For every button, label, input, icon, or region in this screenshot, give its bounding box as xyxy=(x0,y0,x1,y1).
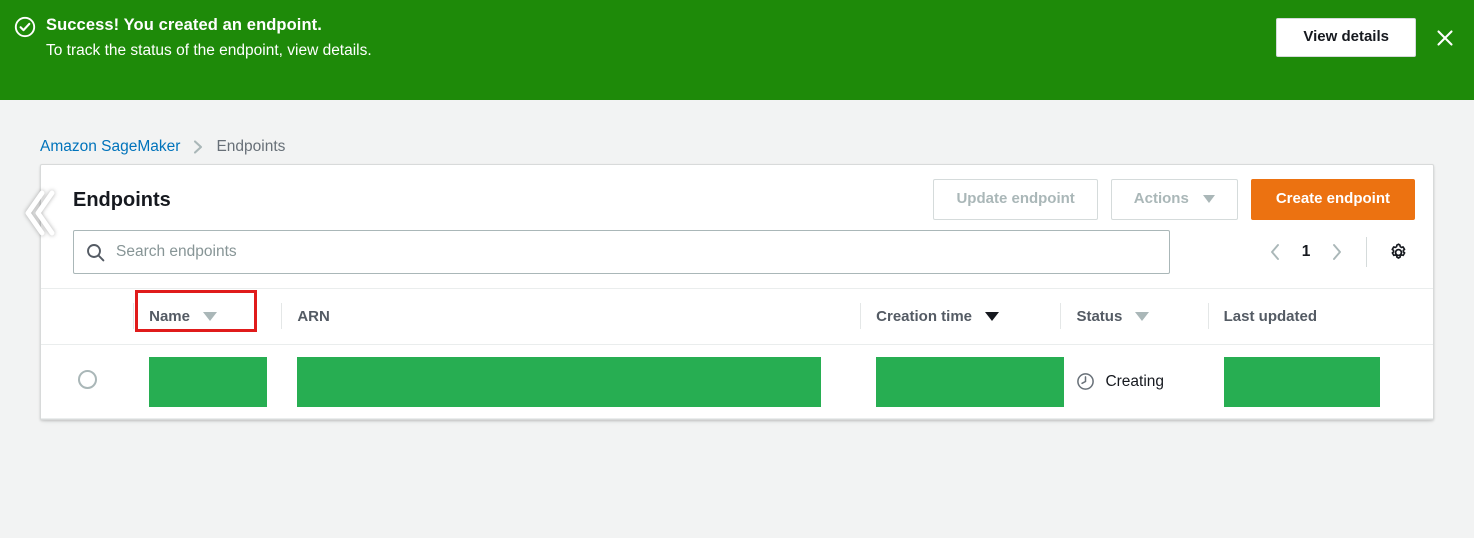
cell-arn xyxy=(281,344,861,419)
breadcrumb-item-amazon-sagemaker[interactable]: Amazon SageMaker xyxy=(40,137,180,157)
column-header-last-updated[interactable]: Last updated xyxy=(1207,288,1433,345)
redacted-value-name xyxy=(149,356,268,407)
table-tools-row: 1 xyxy=(41,230,1433,288)
flash-title: Success! You created an endpoint. xyxy=(46,16,322,34)
column-header-creation-time-label: Creation time xyxy=(876,307,973,325)
flash-subtitle: To track the status of the endpoint, vie… xyxy=(46,42,372,59)
redacted-value-arn xyxy=(297,356,822,407)
table-row[interactable]: Creating xyxy=(41,344,1433,419)
status-badge: Creating xyxy=(1060,372,1207,391)
pagination-divider xyxy=(1366,237,1367,267)
caret-down-icon xyxy=(1202,195,1215,203)
flash-actions: View details xyxy=(1276,18,1460,57)
column-header-creation-time-inner: Creation time xyxy=(860,308,1060,325)
sort-caret-down-icon xyxy=(1135,311,1150,321)
select-all-header xyxy=(41,288,134,345)
column-header-name[interactable]: Name xyxy=(133,288,282,345)
row-select-cell[interactable] xyxy=(41,344,134,419)
update-endpoint-button[interactable]: Update endpoint xyxy=(933,179,1098,220)
search-input[interactable] xyxy=(116,243,1157,261)
view-details-button[interactable]: View details xyxy=(1276,18,1416,57)
redacted-value-last-updated xyxy=(1223,356,1380,407)
endpoints-panel: Endpoints Update endpoint Actions Create… xyxy=(25,164,1434,420)
sort-caret-down-icon xyxy=(202,311,217,321)
column-header-status[interactable]: Status xyxy=(1060,288,1208,345)
success-flash-banner: Success! You created an endpoint. To tra… xyxy=(0,0,1474,100)
column-header-name-label: Name xyxy=(149,307,190,325)
column-header-arn-inner: ARN xyxy=(281,308,860,325)
status-label: Creating xyxy=(1105,372,1165,390)
pagination-prev-icon[interactable] xyxy=(1258,235,1292,269)
search-icon xyxy=(86,243,105,262)
clock-icon xyxy=(1076,372,1095,391)
breadcrumb-item-endpoints: Endpoints xyxy=(216,137,286,155)
create-endpoint-button[interactable]: Create endpoint xyxy=(1250,179,1415,220)
column-header-status-inner: Status xyxy=(1060,308,1207,325)
gear-icon[interactable] xyxy=(1381,235,1415,269)
cell-status: Creating xyxy=(1060,344,1208,419)
search-box[interactable] xyxy=(73,230,1170,274)
pagination-next-icon[interactable] xyxy=(1320,235,1354,269)
actions-dropdown-label: Actions xyxy=(1133,190,1189,207)
cell-creation-time xyxy=(860,344,1065,419)
flash-text-block: Success! You created an endpoint. To tra… xyxy=(46,14,1458,62)
column-header-status-label: Status xyxy=(1076,307,1123,325)
page-title: Endpoints xyxy=(73,188,171,211)
endpoints-table: Name ARN Creation time Status Last updat… xyxy=(41,288,1433,419)
redacted-value-creation-time xyxy=(876,356,1065,407)
panel-header: Endpoints Update endpoint Actions Create… xyxy=(41,165,1433,230)
row-radio-button[interactable] xyxy=(77,369,97,389)
column-header-last-updated-label: Last updated xyxy=(1223,307,1317,325)
chevron-right-icon xyxy=(192,139,204,155)
column-header-name-inner: Name xyxy=(133,308,281,325)
panel-wrapper: Endpoints Update endpoint Actions Create… xyxy=(0,164,1474,420)
column-header-arn-label: ARN xyxy=(297,307,330,325)
circle-check-icon xyxy=(14,16,36,38)
close-icon[interactable] xyxy=(1430,23,1460,53)
actions-dropdown-button[interactable]: Actions xyxy=(1110,179,1238,220)
column-header-creation-time[interactable]: Creation time xyxy=(860,288,1061,345)
pagination: 1 xyxy=(1240,235,1415,269)
panel-header-actions: Update endpoint Actions Create endpoint xyxy=(933,179,1415,220)
column-header-last-updated-inner: Last updated xyxy=(1208,308,1433,325)
column-header-arn[interactable]: ARN xyxy=(281,288,861,345)
sort-caret-down-icon xyxy=(985,311,1000,321)
double-chevron-left-icon[interactable] xyxy=(16,183,60,243)
breadcrumb: Amazon SageMaker Endpoints xyxy=(0,100,1474,164)
flash-content: Success! You created an endpoint. To tra… xyxy=(14,14,1458,62)
cell-last-updated xyxy=(1207,344,1433,419)
pagination-page-1[interactable]: 1 xyxy=(1292,243,1320,261)
table-header-row: Name ARN Creation time Status Last updat… xyxy=(41,288,1433,345)
cell-name xyxy=(133,344,282,419)
